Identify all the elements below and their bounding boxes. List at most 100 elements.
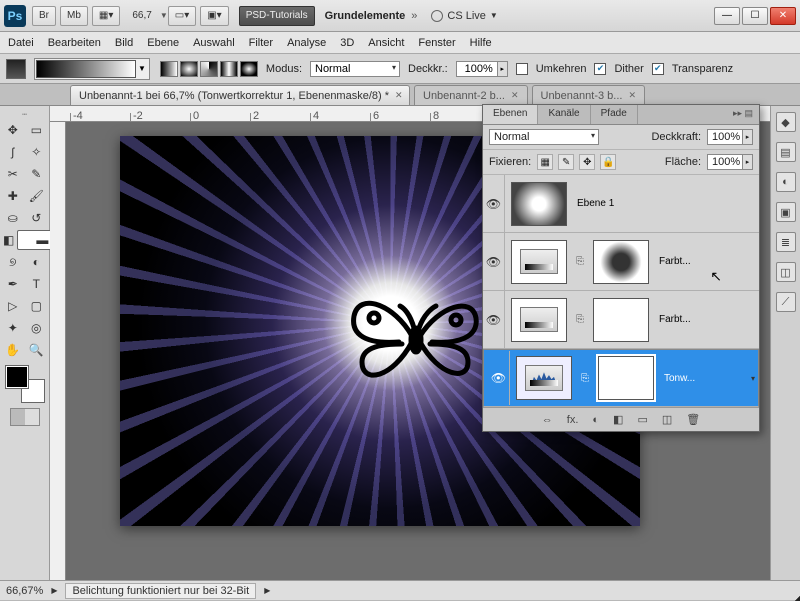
tab-kanaele[interactable]: Kanäle bbox=[538, 105, 590, 124]
gradient-reflected-button[interactable] bbox=[220, 61, 238, 77]
close-icon[interactable]: ✕ bbox=[511, 90, 519, 101]
document-tab-2[interactable]: Unbenannt-2 b...✕ bbox=[414, 85, 528, 105]
dither-checkbox[interactable] bbox=[594, 63, 606, 75]
visibility-icon[interactable]: 👁 bbox=[483, 291, 505, 348]
link-icon[interactable]: ⎘ bbox=[573, 256, 587, 267]
menu-ansicht[interactable]: Ansicht bbox=[368, 37, 404, 49]
layer-row[interactable]: 👁 Ebene 1 bbox=[483, 175, 759, 233]
chevron-down-icon[interactable]: ▼ bbox=[490, 11, 498, 20]
heal-tool[interactable]: ✚ bbox=[2, 186, 24, 206]
status-zoom[interactable]: 66,67% bbox=[6, 585, 43, 597]
foreground-color[interactable] bbox=[6, 366, 28, 388]
menu-hilfe[interactable]: Hilfe bbox=[470, 37, 492, 49]
new-layer-icon[interactable]: ◫ bbox=[662, 413, 672, 426]
channels-panel-icon[interactable]: ◫ bbox=[776, 262, 796, 282]
cslive-button[interactable]: CS Live bbox=[447, 10, 486, 22]
layer-blend-select[interactable]: Normal bbox=[489, 129, 599, 145]
reverse-checkbox[interactable] bbox=[516, 63, 528, 75]
wand-tool[interactable]: ✧ bbox=[26, 142, 48, 162]
quickmask-toggle[interactable] bbox=[10, 408, 40, 426]
tool-preset-button[interactable] bbox=[6, 59, 26, 79]
dodge-tool[interactable]: ◐ bbox=[26, 252, 48, 272]
menu-bild[interactable]: Bild bbox=[115, 37, 133, 49]
move-tool[interactable]: ✥ bbox=[2, 120, 24, 140]
menu-bearbeiten[interactable]: Bearbeiten bbox=[48, 37, 101, 49]
swatches-panel-icon[interactable]: ▤ bbox=[776, 142, 796, 162]
status-message[interactable]: Belichtung funktioniert nur bei 32-Bit bbox=[65, 583, 256, 599]
trash-icon[interactable]: 🗑 bbox=[686, 413, 700, 426]
gradient-picker[interactable]: ▼ bbox=[34, 58, 150, 80]
link-layers-icon[interactable]: ⇔ bbox=[542, 414, 553, 426]
gradient-linear-button[interactable] bbox=[160, 61, 178, 77]
opacity-input[interactable]: 100% bbox=[456, 61, 498, 77]
workspace-name[interactable]: Grundelemente bbox=[325, 10, 406, 22]
fill-step-icon[interactable]: ▸ bbox=[743, 154, 753, 170]
menu-ebene[interactable]: Ebene bbox=[147, 37, 179, 49]
lasso-tool[interactable]: ʃ bbox=[2, 142, 24, 162]
masks-panel-icon[interactable]: ▣ bbox=[776, 202, 796, 222]
adjustment-thumb[interactable] bbox=[511, 240, 567, 284]
visibility-icon[interactable]: 👁 bbox=[483, 233, 505, 290]
history-brush-tool[interactable]: ↺ bbox=[26, 208, 48, 228]
opacity-step-icon[interactable]: ▸ bbox=[743, 129, 753, 145]
layer-name[interactable]: Farbt... bbox=[655, 314, 759, 325]
adjustment-thumb[interactable] bbox=[516, 356, 572, 400]
gradient-radial-button[interactable] bbox=[180, 61, 198, 77]
layer-thumb[interactable] bbox=[511, 182, 567, 226]
document-tab-3[interactable]: Unbenannt-3 b...✕ bbox=[532, 85, 646, 105]
fx-icon[interactable]: fx. bbox=[567, 414, 579, 426]
mask-thumb[interactable] bbox=[598, 356, 654, 400]
lock-all-icon[interactable]: 🔒 bbox=[600, 154, 616, 170]
visibility-icon[interactable]: 👁 bbox=[488, 351, 510, 405]
lock-position-icon[interactable]: ✥ bbox=[579, 154, 595, 170]
pen-tool[interactable]: ✒ bbox=[2, 274, 24, 294]
color-panel-icon[interactable]: ◆ bbox=[776, 112, 796, 132]
visibility-icon[interactable]: 👁 bbox=[483, 175, 505, 232]
status-step-icon[interactable]: ▶ bbox=[51, 586, 57, 595]
link-icon[interactable]: ⎘ bbox=[573, 314, 587, 325]
hand-tool[interactable]: ✋ bbox=[2, 340, 24, 360]
tab-pfade[interactable]: Pfade bbox=[591, 105, 638, 124]
adjustment-icon[interactable]: ◧ bbox=[613, 413, 623, 426]
3d-tool[interactable]: ✦ bbox=[2, 318, 24, 338]
layer-name[interactable]: Tonw... bbox=[660, 373, 744, 384]
close-icon[interactable]: ✕ bbox=[395, 90, 403, 101]
mask-thumb[interactable] bbox=[593, 240, 649, 284]
layers-panel-icon[interactable]: ≣ bbox=[776, 232, 796, 252]
eraser-tool[interactable]: ◧ bbox=[2, 230, 15, 250]
crop-tool[interactable]: ✂ bbox=[2, 164, 24, 184]
menu-auswahl[interactable]: Auswahl bbox=[193, 37, 235, 49]
zoom-tool[interactable]: 🔍 bbox=[26, 340, 48, 360]
shape-tool[interactable]: ▢ bbox=[26, 296, 48, 316]
workspace-badge[interactable]: PSD-Tutorials bbox=[239, 6, 315, 26]
view-extras-button[interactable]: ▭▾ bbox=[168, 6, 196, 26]
mask-thumb[interactable] bbox=[593, 298, 649, 342]
gradient-diamond-button[interactable] bbox=[240, 61, 258, 77]
panel-grip-icon[interactable]: ┅ bbox=[2, 110, 47, 118]
zoom-readout[interactable]: 66,7 bbox=[132, 10, 151, 21]
workspace-expand-icon[interactable]: » bbox=[411, 10, 417, 22]
layers-panel[interactable]: Ebenen Kanäle Pfade ▸▸ ▤ Normal Deckkraf… bbox=[482, 104, 760, 432]
brush-tool[interactable]: 🖌 bbox=[26, 186, 48, 206]
paths-panel-icon[interactable]: ⟋ bbox=[776, 292, 796, 312]
group-icon[interactable]: ▭ bbox=[637, 413, 647, 426]
layer-name[interactable]: Ebene 1 bbox=[573, 198, 759, 209]
mask-icon[interactable]: ◐ bbox=[592, 414, 599, 426]
document-tab-1[interactable]: Unbenannt-1 bei 66,7% (Tonwertkorrektur … bbox=[70, 85, 410, 105]
close-icon[interactable]: ✕ bbox=[628, 90, 636, 101]
menu-filter[interactable]: Filter bbox=[249, 37, 273, 49]
stamp-tool[interactable]: ⛀ bbox=[2, 208, 24, 228]
adjustments-panel-icon[interactable]: ◐ bbox=[776, 172, 796, 192]
transparency-checkbox[interactable] bbox=[652, 63, 664, 75]
marquee-tool[interactable]: ▭ bbox=[26, 120, 48, 140]
type-tool[interactable]: T bbox=[26, 274, 48, 294]
color-swatches[interactable] bbox=[6, 366, 44, 402]
path-select-tool[interactable]: ▷ bbox=[2, 296, 24, 316]
adjustment-thumb[interactable] bbox=[511, 298, 567, 342]
menu-fenster[interactable]: Fenster bbox=[418, 37, 455, 49]
fill-input[interactable]: 100% bbox=[707, 154, 743, 170]
gradient-angle-button[interactable] bbox=[200, 61, 218, 77]
3d-camera-tool[interactable]: ◎ bbox=[26, 318, 48, 338]
ruler-vertical[interactable] bbox=[50, 122, 66, 580]
zoom-step-icon[interactable]: ▼ bbox=[160, 11, 168, 20]
